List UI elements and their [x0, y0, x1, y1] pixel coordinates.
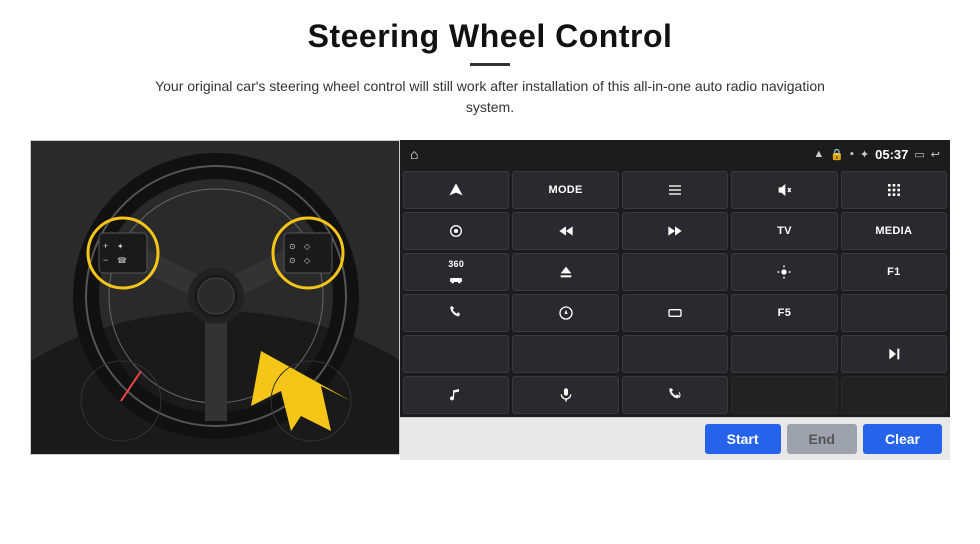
sim-icon: ▪	[850, 148, 854, 160]
btn-media[interactable]: MEDIA	[841, 212, 947, 250]
btn-eq[interactable]: F5	[731, 294, 837, 332]
clear-button[interactable]: Clear	[863, 424, 942, 454]
btn-f1[interactable]	[841, 294, 947, 332]
btn-music-note[interactable]	[403, 376, 509, 414]
status-bar: ⌂ ▲ 🔒 ▪ ✦ 05:37 ▭ ↩	[400, 140, 950, 168]
svg-text:⊙: ⊙	[289, 242, 296, 251]
btn-f3[interactable]	[512, 335, 618, 373]
end-button[interactable]: End	[787, 424, 857, 454]
btn-grid[interactable]	[841, 171, 947, 209]
wifi-icon: ▲	[813, 148, 824, 160]
btn-compass[interactable]	[512, 294, 618, 332]
btn-empty-2	[841, 376, 947, 414]
svg-text:⊙: ⊙	[289, 256, 296, 265]
btn-radio[interactable]	[622, 253, 728, 291]
btn-play-pause[interactable]	[841, 335, 947, 373]
btn-settings-circle[interactable]	[403, 212, 509, 250]
action-bar: Start End Clear	[400, 417, 950, 460]
btn-phone[interactable]	[403, 294, 509, 332]
btn-rectangle[interactable]	[622, 294, 728, 332]
btn-microphone[interactable]	[512, 376, 618, 414]
home-icon: ⌂	[410, 146, 418, 162]
steering-wheel-image: + ✦ − ☎ ⊙ ◇ ⊙ ◇	[30, 140, 400, 455]
content-row: + ✦ − ☎ ⊙ ◇ ⊙ ◇	[30, 140, 950, 460]
page-container: Steering Wheel Control Your original car…	[0, 0, 980, 544]
svg-text:◇: ◇	[304, 242, 311, 251]
page-subtitle: Your original car's steering wheel contr…	[140, 76, 840, 118]
bluetooth-icon: ✦	[860, 148, 869, 161]
btn-navigate[interactable]	[403, 171, 509, 209]
status-left: ⌂	[410, 146, 418, 162]
btn-forward[interactable]	[622, 212, 728, 250]
start-button[interactable]: Start	[705, 424, 781, 454]
btn-rewind[interactable]	[512, 212, 618, 250]
time-display: 05:37	[875, 147, 908, 162]
svg-text:+: +	[103, 241, 108, 251]
svg-text:−: −	[103, 255, 108, 265]
btn-list[interactable]	[622, 171, 728, 209]
page-title: Steering Wheel Control	[140, 18, 840, 55]
btn-empty-1	[731, 376, 837, 414]
controls-panel: ⌂ ▲ 🔒 ▪ ✦ 05:37 ▭ ↩ MODE	[400, 140, 950, 460]
btn-dvd[interactable]: F1	[841, 253, 947, 291]
svg-text:◇: ◇	[304, 256, 311, 265]
title-divider	[470, 63, 510, 66]
btn-eject[interactable]	[512, 253, 618, 291]
btn-mute[interactable]	[731, 171, 837, 209]
btn-f5[interactable]	[731, 335, 837, 373]
status-right: ▲ 🔒 ▪ ✦ 05:37 ▭ ↩	[813, 147, 940, 162]
title-section: Steering Wheel Control Your original car…	[140, 18, 840, 132]
lock-icon: 🔒	[830, 148, 844, 161]
btn-brightness[interactable]	[731, 253, 837, 291]
btn-f2[interactable]	[403, 335, 509, 373]
btn-tv[interactable]: TV	[731, 212, 837, 250]
btn-f4[interactable]	[622, 335, 728, 373]
btn-phone-volume[interactable]	[622, 376, 728, 414]
svg-text:✦: ✦	[117, 242, 124, 251]
screen-icon: ▭	[914, 148, 924, 161]
svg-text:☎: ☎	[117, 256, 127, 265]
btn-mode[interactable]: MODE	[512, 171, 618, 209]
btn-360-car[interactable]: 360	[403, 253, 509, 291]
back-icon: ↩	[931, 148, 940, 161]
button-grid: MODE TV	[400, 168, 950, 417]
